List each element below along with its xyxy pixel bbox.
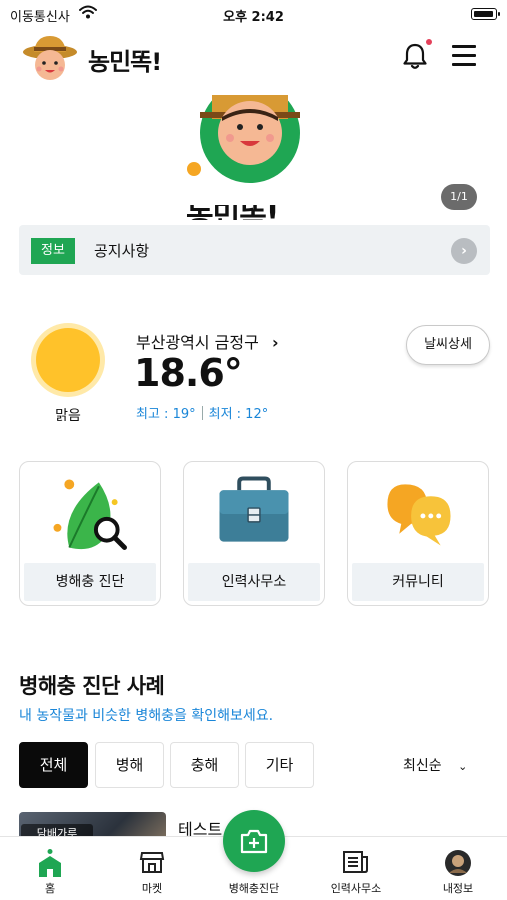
section-subtitle: 내 농작물과 비슷한 병해충을 확인해보세요. xyxy=(19,708,274,724)
app-header: 농민똑! xyxy=(0,28,507,88)
location-label: 부산광역시 금정구 xyxy=(136,333,259,352)
profile-avatar-icon xyxy=(445,850,471,876)
weather-location[interactable]: 부산광역시 금정구 › xyxy=(136,329,279,353)
divider xyxy=(201,406,203,420)
tab-home[interactable]: 홈 xyxy=(5,837,95,900)
chevron-right-icon[interactable]: › xyxy=(451,238,477,264)
quick-menu-job-office[interactable]: 인력사무소 xyxy=(183,461,325,606)
temperature-range: 최고 : 19° 최저 : 12° xyxy=(136,403,268,422)
menu-icon xyxy=(452,45,476,48)
tab-label: 내정보 xyxy=(442,882,474,895)
quick-menu-label: 커뮤니티 xyxy=(352,563,484,601)
quick-menu-pest-diagnosis[interactable]: 병해충 진단 xyxy=(19,461,161,606)
farmer-logo-icon xyxy=(23,36,77,80)
leaf-search-icon xyxy=(53,479,127,550)
quick-menu-label: 병해충 진단 xyxy=(24,563,156,601)
temp-high: 최고 : 19° xyxy=(136,407,196,422)
weather-detail-button[interactable]: 날씨상세 xyxy=(406,325,490,365)
notification-dot xyxy=(426,39,432,45)
filter-disease[interactable]: 병해 xyxy=(95,742,164,788)
tab-label: 병해충진단 xyxy=(228,882,280,895)
chat-bubbles-icon xyxy=(387,484,451,546)
home-icon xyxy=(39,849,61,877)
notice-text: 공지사항 xyxy=(94,242,150,260)
weather-condition: 맑음 xyxy=(55,408,81,424)
filter-other[interactable]: 기타 xyxy=(245,742,314,788)
app-title: 농민똑! xyxy=(88,48,162,76)
status-bar: 이동통신사 오후 2:42 xyxy=(0,0,507,28)
store-icon xyxy=(139,852,165,873)
menu-button[interactable] xyxy=(452,45,476,66)
camera-plus-icon xyxy=(240,829,268,854)
sort-label: 최신순 xyxy=(403,758,442,774)
banner-page-indicator: 1/1 xyxy=(441,184,477,210)
tab-label: 인력사무소 xyxy=(330,882,382,895)
weather-widget: 맑음 부산광역시 금정구 › 18.6° 최고 : 19° 최저 : 12° 날씨… xyxy=(0,320,507,430)
newspaper-icon xyxy=(343,851,368,873)
banner-title: 농민똑! xyxy=(186,205,278,220)
bell-icon xyxy=(403,43,427,69)
tab-job-office[interactable]: 인력사무소 xyxy=(311,837,401,900)
sun-icon xyxy=(36,328,100,392)
notice-tag: 정보 xyxy=(31,238,75,264)
tab-my-info[interactable]: 내정보 xyxy=(413,837,503,900)
banner-mascot-illustration xyxy=(187,95,300,183)
promo-banner[interactable]: 농민똑! xyxy=(0,95,507,220)
chevron-right-icon: › xyxy=(271,333,279,352)
pest-diagnosis-camera-button[interactable] xyxy=(223,810,285,872)
quick-menu-community[interactable]: 커뮤니티 xyxy=(347,461,489,606)
status-time: 오후 2:42 xyxy=(223,10,284,25)
current-temperature: 18.6° xyxy=(134,351,243,395)
briefcase-icon xyxy=(219,476,289,542)
tab-label: 마켓 xyxy=(141,882,163,895)
notice-bar[interactable]: 정보 공지사항 › xyxy=(19,225,490,275)
temp-low: 최저 : 12° xyxy=(208,407,269,422)
quick-menu-label: 인력사무소 xyxy=(188,563,320,601)
sort-dropdown[interactable]: 최신순 ⌄ xyxy=(403,755,467,775)
tab-label: 홈 xyxy=(44,882,56,895)
chevron-down-icon: ⌄ xyxy=(458,760,468,773)
notification-button[interactable] xyxy=(402,39,432,74)
filter-all[interactable]: 전체 xyxy=(19,742,88,788)
battery-icon xyxy=(471,8,500,20)
tab-market[interactable]: 마켓 xyxy=(107,837,197,900)
filter-pest[interactable]: 충해 xyxy=(170,742,239,788)
section-title: 병해충 진단 사례 xyxy=(19,674,165,698)
